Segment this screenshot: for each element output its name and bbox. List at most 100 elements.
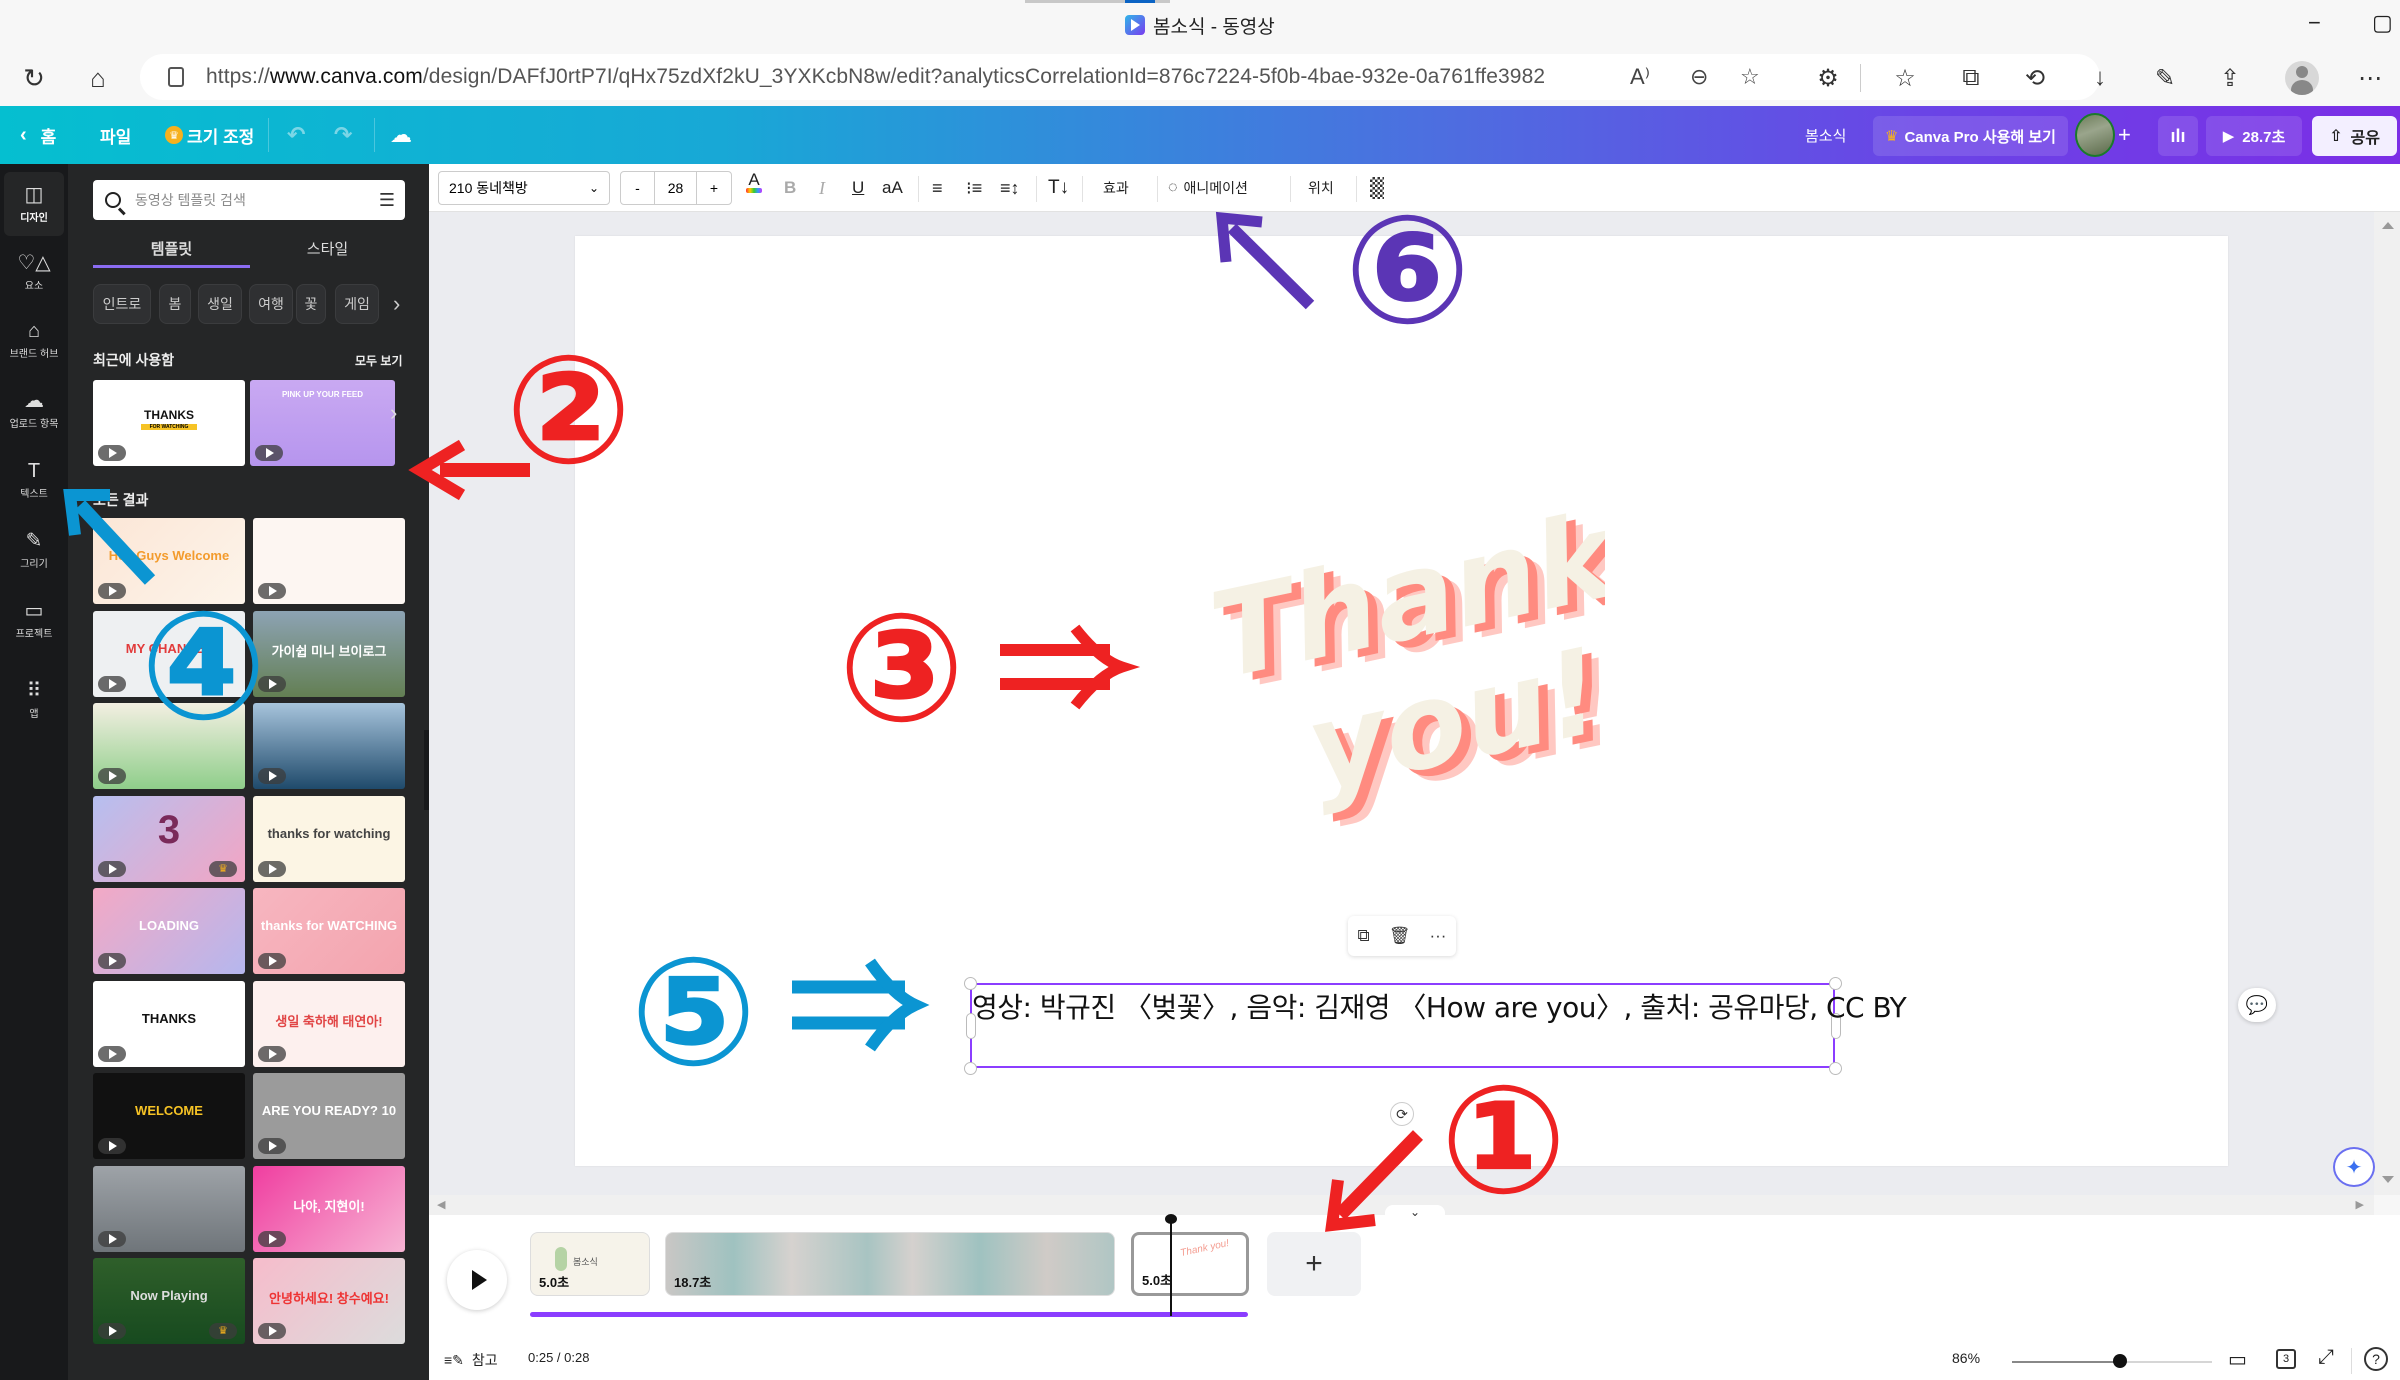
rail-item-text[interactable]: T 텍스트 (4, 448, 64, 512)
address-bar[interactable]: https://www.canva.com/design/DAFfJ0rtP7I… (140, 54, 2100, 100)
filter-chip[interactable]: 게임 (335, 284, 379, 324)
playhead[interactable] (1165, 1214, 1177, 1316)
resize-handle[interactable] (1829, 1062, 1842, 1075)
filter-chip[interactable]: 여행 (249, 284, 293, 324)
thank-you-text[interactable]: Thank Thank Thank you! you! you! (1185, 510, 1605, 830)
template-thumbnail[interactable] (253, 518, 405, 604)
font-family-dropdown[interactable]: 210 동네책방 ⌄ (438, 171, 610, 205)
vertical-scrollbar[interactable] (2374, 212, 2400, 1195)
rail-item-elements[interactable]: ♡△ 요소 (4, 240, 64, 304)
template-thumbnail[interactable]: thanks for WATCHING (253, 888, 405, 974)
template-thumbnail[interactable]: WELCOME (93, 1073, 245, 1159)
filter-chip[interactable]: 꽃 (296, 284, 326, 324)
template-thumbnail[interactable]: 생일 축하해 태연아! (253, 980, 405, 1067)
template-thumbnail[interactable]: 3 ♛ (93, 795, 245, 882)
tab-templates[interactable]: 템플릿 (93, 228, 250, 268)
delete-icon[interactable]: 🗑 (1389, 926, 1411, 946)
collapse-timeline-icon[interactable]: ⌄ (1385, 1205, 1445, 1219)
rail-item-upload[interactable]: ☁ 업로드 항목 (4, 378, 64, 442)
share-button[interactable]: ⇧ 공유 (2312, 116, 2397, 156)
see-all-link[interactable]: 모두 보기 (355, 352, 403, 369)
cloud-saved-icon[interactable]: ☁ (390, 106, 412, 164)
template-thumbnail[interactable] (253, 703, 405, 789)
read-aloud-icon[interactable]: A⁾ (1630, 54, 1650, 100)
timeline-clip[interactable]: 봄소식 5.0초 (530, 1232, 650, 1296)
more-options-icon[interactable]: ··· (1429, 926, 1446, 946)
template-search-input[interactable]: 동영상 템플릿 검색 ☰ (93, 180, 405, 220)
scroll-left-icon[interactable]: ◀ (437, 1198, 445, 1211)
home-icon[interactable]: ⌂ (80, 60, 116, 96)
timeline-clip[interactable]: 18.7초 (665, 1232, 1115, 1296)
collections-icon[interactable]: ⧉ (1951, 58, 1991, 98)
canva-pro-trial-button[interactable]: ♛ Canva Pro 사용해 보기 (1873, 116, 2068, 156)
filter-chip[interactable]: 봄 (159, 284, 191, 324)
template-thumbnail[interactable]: 안녕하세요! 창수예요! (253, 1258, 405, 1344)
zoom-level[interactable]: 86% (1952, 1350, 1980, 1366)
transparency-icon[interactable] (1370, 177, 1384, 199)
scroll-down-icon[interactable] (2382, 1176, 2394, 1183)
position-button[interactable]: 위치 (1308, 172, 1334, 204)
animate-button[interactable]: ◌ 애니메이션 (1168, 172, 1248, 204)
template-thumbnail[interactable]: Hey Guys Welcome (93, 518, 245, 604)
notes-button[interactable]: ≡✎ 참고 (444, 1350, 498, 1370)
help-icon[interactable]: ? (2364, 1347, 2388, 1371)
redo-icon[interactable]: ↷ (334, 106, 352, 164)
effects-button[interactable]: 효과 (1103, 172, 1129, 204)
filter-chip[interactable]: 인트로 (93, 284, 151, 324)
template-thumbnail[interactable]: THANKS (93, 980, 245, 1067)
template-thumbnail[interactable]: LOADING (93, 888, 245, 974)
template-thumbnail[interactable] (93, 1165, 245, 1252)
reload-icon[interactable]: ↻ (16, 60, 52, 96)
home-button[interactable]: ‹ 홈 (20, 106, 56, 164)
url-text[interactable]: https://www.canva.com/design/DAFfJ0rtP7I… (206, 65, 1545, 89)
profile-avatar[interactable] (2285, 61, 2319, 95)
add-page-button[interactable]: + (1267, 1232, 1361, 1296)
timeline-clip-selected[interactable]: Thank you! 5.0초 (1131, 1232, 1249, 1296)
filter-icon[interactable]: ☰ (379, 190, 395, 211)
magic-assistant-icon[interactable]: ✦ (2333, 1147, 2375, 1187)
play-button[interactable] (447, 1250, 507, 1310)
chips-next-icon[interactable]: › (393, 284, 407, 324)
add-comment-icon[interactable]: 💬 (2238, 988, 2276, 1022)
collaborator-avatar[interactable] (2075, 113, 2115, 157)
recent-next-icon[interactable]: › (390, 400, 397, 426)
caption-text[interactable]: 영상: 박규진 〈벚꽃〉, 음악: 김재영 〈How are you〉, 출처:… (972, 986, 1907, 1026)
align-center-icon[interactable]: ≡ (932, 172, 943, 204)
text-color-button[interactable]: A (746, 171, 762, 204)
template-thumbnail[interactable] (93, 703, 245, 789)
template-thumbnail[interactable]: Now Playing ♛ (93, 1258, 245, 1344)
template-thumbnail[interactable]: 가이쉽 미니 브이로그 (253, 610, 405, 697)
resize-button[interactable]: ♛ 크기 조정 (165, 106, 254, 164)
rail-item-apps[interactable]: ⠿ 앱 (4, 668, 64, 732)
add-collaborator-icon[interactable]: + (2118, 106, 2131, 164)
increase-size-button[interactable]: + (697, 172, 731, 204)
download-icon[interactable]: ↓ (2080, 58, 2120, 98)
resize-handle[interactable] (964, 1062, 977, 1075)
template-thumbnail[interactable]: MY CHANNEL (93, 610, 245, 697)
thumbnail-view-icon[interactable]: ▭ (2228, 1347, 2247, 1372)
page-count-button[interactable]: 3 (2276, 1349, 2296, 1369)
extensions-icon[interactable]: ⚙ (1808, 58, 1848, 98)
favorites-icon[interactable]: ☆ (1885, 58, 1925, 98)
insights-icon[interactable]: ılı (2158, 116, 2198, 156)
scroll-right-icon[interactable]: ▶ (2356, 1198, 2364, 1211)
font-size-input[interactable]: 28 (655, 172, 697, 204)
tab-styles[interactable]: 스타일 (250, 228, 405, 268)
template-thumbnail[interactable]: ARE YOU READY? 10 (253, 1073, 405, 1159)
history-icon[interactable]: ⟲ (2015, 58, 2055, 98)
scroll-up-icon[interactable] (2382, 222, 2394, 229)
bold-button[interactable]: B (784, 172, 796, 204)
rail-item-folder[interactable]: ▭ 프로젝트 (4, 588, 64, 652)
file-menu-button[interactable]: 파일 (100, 106, 131, 164)
recent-template-thumbnail[interactable]: PINK UP YOUR FEED (250, 380, 395, 466)
decrease-size-button[interactable]: - (621, 172, 655, 204)
filter-chip[interactable]: 생일 (198, 284, 242, 324)
project-name[interactable]: 봄소식 (1805, 106, 1846, 164)
zoom-out-icon[interactable]: ⊖ (1690, 54, 1708, 100)
rail-item-brand[interactable]: ⌂ 브랜드 허브 (4, 308, 64, 372)
template-thumbnail[interactable]: thanks for watching (253, 795, 405, 882)
undo-icon[interactable]: ↶ (287, 106, 305, 164)
add-favorite-icon[interactable]: ☆ (1740, 54, 1760, 100)
more-menu-icon[interactable]: ⋯ (2350, 58, 2390, 98)
fullscreen-icon[interactable]: ⤢ (2318, 1346, 2334, 1369)
